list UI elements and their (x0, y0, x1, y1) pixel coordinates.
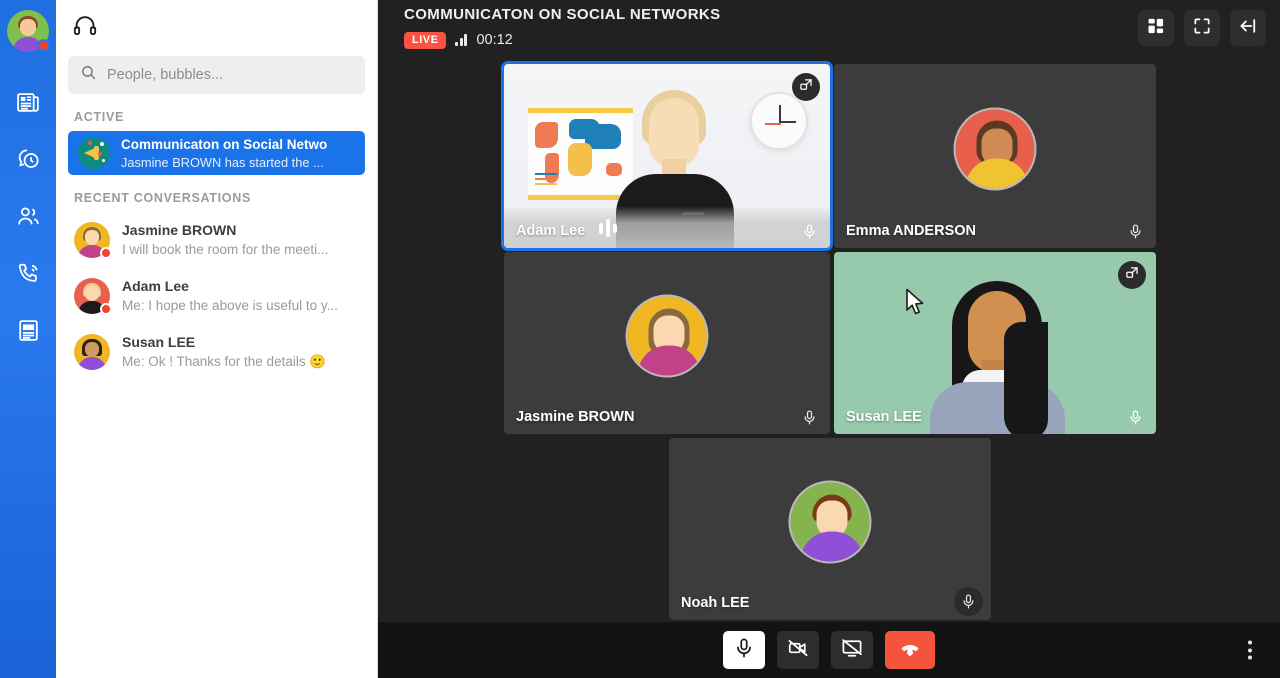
participant-tile[interactable]: Jasmine BROWN (504, 252, 830, 434)
participant-tile[interactable]: Noah LEE (669, 438, 991, 620)
active-section-label: ACTIVE (74, 110, 125, 124)
meeting-app: ACTIVE Communicaton on Social Netwo Jasm… (0, 0, 1280, 678)
participant-name: Adam Lee (516, 223, 586, 239)
sidebar-item-contacts[interactable] (0, 188, 56, 245)
participant-name: Noah LEE (681, 595, 750, 611)
microphone-button[interactable] (723, 631, 765, 669)
status-badge (100, 303, 112, 315)
avatar (74, 334, 110, 370)
headset-icon[interactable] (72, 13, 98, 44)
avatar-face (20, 19, 36, 36)
participant-grid: Adam Lee Emma ANDERSON Jasmine BROWN Sus… (378, 56, 1280, 622)
arrow-left-bar-icon (1238, 16, 1258, 41)
list-item[interactable]: Susan LEE Me: Ok ! Thanks for the detail… (56, 324, 377, 380)
megaphone-icon (78, 137, 110, 169)
more-options-button[interactable] (1242, 635, 1258, 666)
participant-tile[interactable]: Susan LEE (834, 252, 1156, 434)
sidebar-item-bubbles[interactable] (0, 131, 56, 188)
hangup-icon (899, 637, 921, 664)
active-conversation-title: Communicaton on Social Netwo (121, 136, 328, 152)
avatar (788, 480, 872, 564)
hangup-button[interactable] (885, 631, 935, 669)
search-container (56, 56, 377, 94)
mic-status-icon (1127, 223, 1144, 240)
video-feed (834, 252, 1156, 434)
grid-layout-button[interactable] (1138, 10, 1174, 46)
participant-name: Susan LEE (846, 409, 922, 425)
avatar (74, 222, 112, 259)
camera-off-icon (787, 637, 809, 664)
fullscreen-icon (1192, 16, 1212, 41)
contact-name: Susan LEE (122, 334, 196, 351)
status-badge (100, 247, 112, 259)
meeting-timer: 00:12 (476, 32, 513, 49)
avatar (625, 294, 709, 378)
pop-out-icon (1125, 265, 1140, 285)
participant-tile[interactable]: Emma ANDERSON (834, 64, 1156, 248)
search-icon (80, 64, 97, 86)
page-title: COMMUNICATON ON SOCIAL NETWORKS (404, 6, 721, 23)
screen-share-off-icon (841, 637, 863, 664)
left-nav-rail (0, 0, 56, 678)
wall-clock (750, 92, 808, 150)
participant-tile[interactable]: Adam Lee (504, 64, 830, 248)
sidebar-item-news[interactable] (0, 74, 56, 131)
contact-message: I will book the room for the meeti... (122, 242, 329, 258)
search-box[interactable] (68, 56, 365, 94)
status-badge (37, 39, 50, 52)
meeting-area: COMMUNICATON ON SOCIAL NETWORKS LIVE 00:… (378, 0, 1280, 678)
news-icon (16, 90, 41, 115)
world-map-board (528, 108, 633, 200)
contacts-icon (16, 204, 41, 229)
header-button-group (1138, 6, 1266, 46)
calls-icon (16, 261, 41, 286)
documents-icon (16, 318, 41, 343)
meeting-header: COMMUNICATON ON SOCIAL NETWORKS LIVE 00:… (378, 0, 1280, 56)
pop-out-icon (799, 77, 814, 97)
bubbles-icon (16, 147, 41, 172)
signal-bars-icon (455, 34, 468, 47)
avatar[interactable] (7, 10, 50, 52)
contact-name: Jasmine BROWN (122, 222, 237, 239)
active-conversation-subtitle: Jasmine BROWN has started the ... (121, 155, 324, 171)
sidebar-item-documents[interactable] (0, 302, 56, 359)
contact-message: Me: Ok ! Thanks for the details 🙂 (122, 354, 327, 370)
conversation-panel: ACTIVE Communicaton on Social Netwo Jasm… (56, 0, 378, 678)
search-input[interactable] (107, 67, 353, 83)
list-item[interactable]: Adam Lee Me: I hope the above is useful … (56, 268, 377, 324)
list-item[interactable]: Jasmine BROWN I will book the room for t… (56, 212, 377, 268)
more-vertical-icon (1248, 640, 1252, 645)
speaking-indicator-icon (599, 219, 617, 237)
mic-status-icon (801, 409, 818, 426)
avatar (953, 107, 1037, 191)
status-badge: LIVE (404, 31, 447, 49)
contact-name: Adam Lee (122, 278, 189, 295)
participant-name: Emma ANDERSON (846, 223, 976, 239)
recent-section-label: RECENT CONVERSATIONS (74, 191, 251, 205)
sidebar-item-calls[interactable] (0, 245, 56, 302)
screenshare-button[interactable] (831, 631, 873, 669)
pop-out-button[interactable] (1118, 261, 1146, 289)
meeting-controls (378, 622, 1280, 678)
participant-name: Jasmine BROWN (516, 409, 635, 425)
contact-message: Me: I hope the above is useful to y... (122, 298, 338, 314)
mic-status-icon (1127, 409, 1144, 426)
pop-out-button[interactable] (792, 73, 820, 101)
camera-button[interactable] (777, 631, 819, 669)
grid-layout-icon (1146, 16, 1166, 41)
mic-status-icon (954, 587, 983, 616)
panel-header (56, 0, 377, 56)
mic-status-icon (801, 223, 818, 240)
fullscreen-button[interactable] (1184, 10, 1220, 46)
microphone-icon (733, 637, 755, 664)
collapse-panel-button[interactable] (1230, 10, 1266, 46)
active-conversation-item[interactable]: Communicaton on Social Netwo Jasmine BRO… (68, 131, 365, 175)
avatar (74, 278, 112, 315)
